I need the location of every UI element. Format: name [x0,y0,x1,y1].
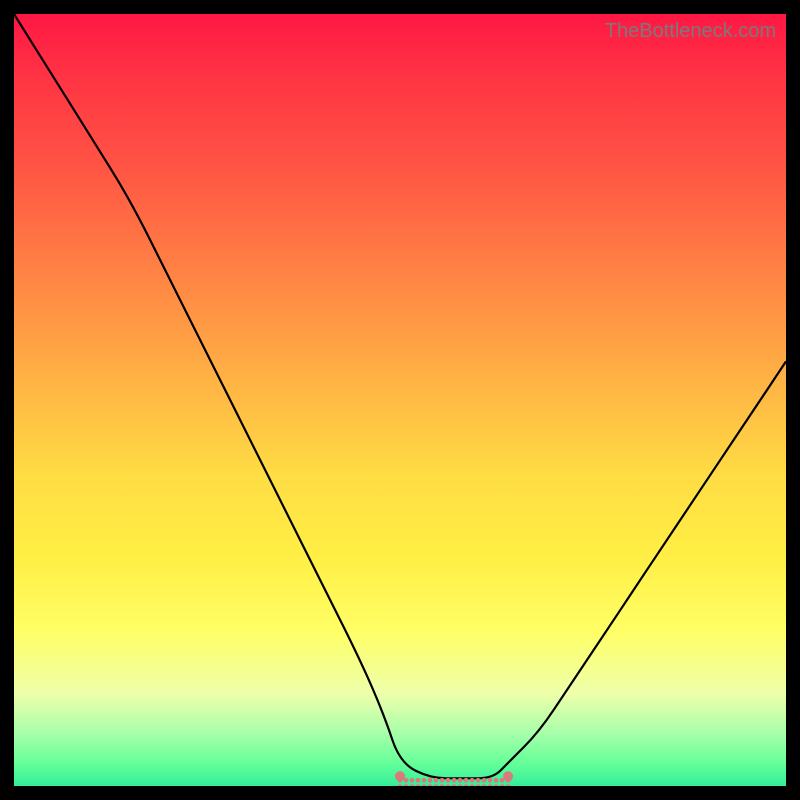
watermark-text: TheBottleneck.com [605,20,776,43]
plot-area: TheBottleneck.com [14,14,786,786]
curve-path [14,14,786,778]
chart-frame: TheBottleneck.com [0,0,800,800]
bottleneck-curve [14,14,786,786]
